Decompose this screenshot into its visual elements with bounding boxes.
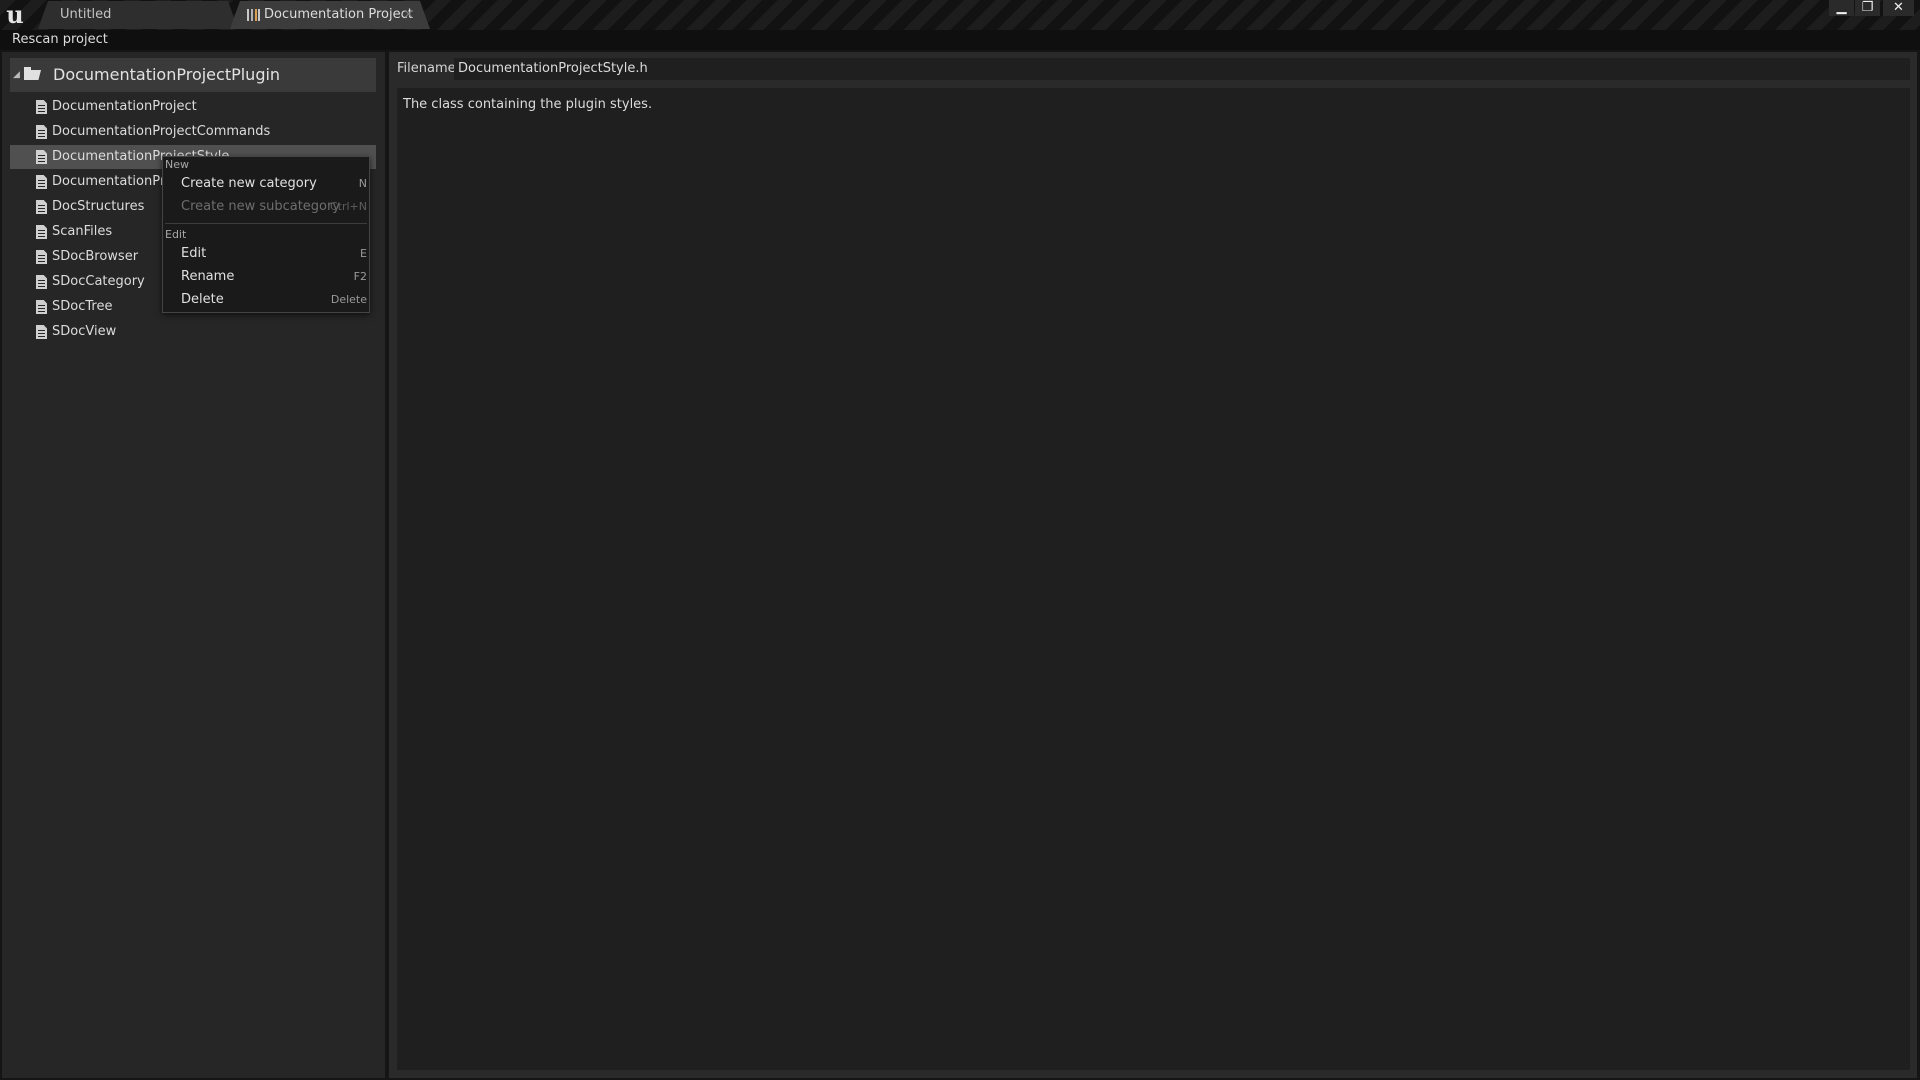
tree-item-label: SDocCategory [52,274,145,289]
tree-item-label: DocumentationProject [52,99,197,114]
toolbar: Rescan project [0,30,1920,50]
create-new-subcategory-menu-item[interactable]: Create new subcategory Ctrl+N [181,197,367,217]
menu-section-new: New [165,158,189,171]
close-window-button[interactable]: ✕ [1883,0,1914,16]
minimize-button[interactable]: ▁ [1829,0,1854,16]
tree-item-label: DocStructures [52,199,145,214]
document-icon [36,300,47,314]
document-icon [36,200,47,214]
menu-item-label: Delete [181,292,224,307]
document-icon [36,325,47,339]
menu-item-shortcut: N [358,177,367,190]
document-icon [36,275,47,289]
menu-item-shortcut: F2 [353,270,367,283]
menu-item-shortcut: E [360,247,367,260]
menu-item-label: Create new category [181,176,317,191]
rename-menu-item[interactable]: Rename F2 [181,267,367,287]
document-icon [36,250,47,264]
tab-untitled[interactable]: Untitled [38,1,238,29]
context-menu: New Create new category N Create new sub… [162,156,370,313]
title-bar: u Untitled Documentation Project × ▁ ❐ ✕ [0,0,1920,30]
tab-label: Untitled [60,7,112,22]
tree-item[interactable]: SDocView [10,320,376,344]
plugin-icon [247,9,260,21]
tab-documentation-project[interactable]: Documentation Project × [230,1,430,29]
folder-open-icon [24,67,41,80]
document-icon [36,225,47,239]
filename-label: Filename [397,61,456,76]
tree-item[interactable]: DocumentationProject [10,95,376,119]
menu-item-label: Rename [181,269,235,284]
filename-field[interactable]: DocumentationProjectStyle.h [454,58,1910,80]
document-icon [36,125,47,139]
document-icon [36,150,47,164]
menu-separator [165,223,367,224]
description-text: The class containing the plugin styles. [403,97,653,112]
menu-item-label: Edit [181,246,207,261]
tree-item-label: SDocTree [52,299,113,314]
document-icon [36,175,47,189]
tree-item-label: SDocBrowser [52,249,139,264]
delete-menu-item[interactable]: Delete Delete [181,290,367,310]
menu-item-label: Create new subcategory [181,199,341,214]
tab-close-icon[interactable]: × [403,1,414,28]
tree-item-label: DocumentationProj [52,174,177,189]
document-icon [36,100,47,114]
description-textarea[interactable]: The class containing the plugin styles. [397,88,1910,1070]
maximize-button[interactable]: ❐ [1855,0,1880,16]
tree-item-label: DocumentationProjectCommands [52,124,271,139]
tree-item-label: SDocView [52,324,117,339]
menu-section-edit: Edit [165,228,187,241]
details-panel: Filename DocumentationProjectStyle.h The… [389,52,1917,1078]
create-new-category-menu-item[interactable]: Create new category N [181,174,367,194]
tree-root-label: DocumentationProjectPlugin [53,65,281,84]
expand-arrow-icon[interactable]: ◢ [13,58,20,92]
menu-item-shortcut: Ctrl+N [329,200,367,213]
tree-item[interactable]: DocumentationProjectCommands [10,120,376,144]
menu-item-shortcut: Delete [330,293,367,306]
edit-menu-item[interactable]: Edit E [181,244,367,264]
rescan-project-button[interactable]: Rescan project [12,31,108,49]
tree-item-label: ScanFiles [52,224,113,239]
unreal-engine-logo-icon[interactable]: u [2,2,28,28]
tab-label: Documentation Project [264,7,413,22]
tree-root-item[interactable]: ◢ DocumentationProjectPlugin [10,58,376,92]
